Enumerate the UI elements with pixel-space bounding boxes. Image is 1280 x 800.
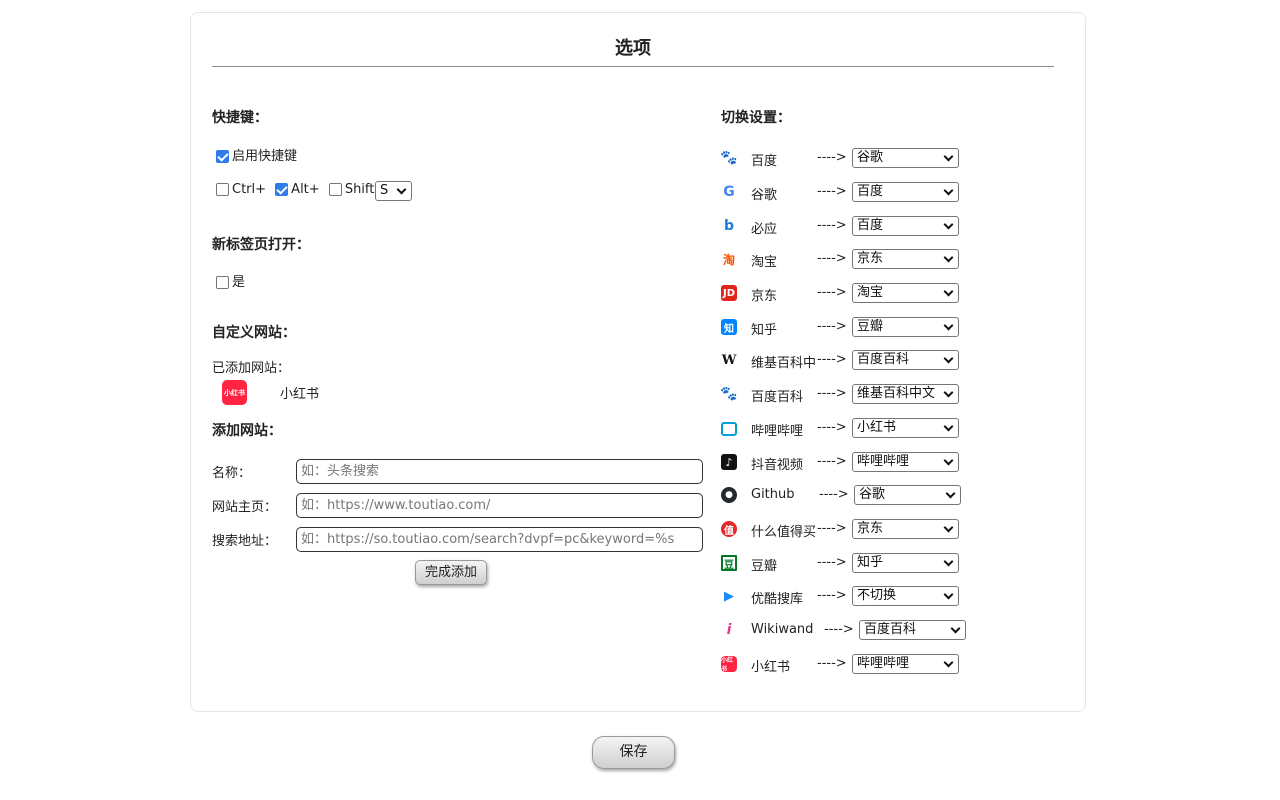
site-name-label: 名称： xyxy=(212,466,252,481)
switch-arrow: ----> xyxy=(817,352,847,367)
new-tab-heading: 新标签页打开： xyxy=(212,237,310,253)
switch-source-bing: 必应 xyxy=(751,222,778,237)
switch-arrow: ----> xyxy=(817,150,847,165)
switch-source-jd: 京东 xyxy=(751,289,778,304)
xiaohongshu-icon: 小红书 xyxy=(222,380,247,405)
switch-source-xiaohongshu: 小红书 xyxy=(751,660,791,675)
github-icon: ● xyxy=(721,487,737,503)
finish-add-button[interactable]: 完成添加 xyxy=(415,560,487,585)
switch-source-douban: 豆瓣 xyxy=(751,559,778,574)
alt-label: Alt+ xyxy=(291,182,320,197)
switch-arrow: ----> xyxy=(817,656,847,671)
new-tab-row: 是 xyxy=(216,271,245,290)
enable-shortcut-checkbox[interactable] xyxy=(216,150,229,163)
save-button[interactable]: 保存 xyxy=(592,736,675,769)
baidu-baike-icon: 🐾 xyxy=(720,386,738,402)
page-title: 选项 xyxy=(615,38,651,59)
switch-arrow: ----> xyxy=(817,319,847,334)
site-home-label: 网站主页： xyxy=(212,500,278,515)
switch-target-select-bing[interactable]: 百度 xyxy=(852,216,959,236)
switch-arrow: ----> xyxy=(817,454,847,469)
switch-target-select-bilibili[interactable]: 小红书 xyxy=(852,418,959,438)
switch-target-select-jd[interactable]: 淘宝 xyxy=(852,283,959,303)
added-sites-label: 已添加网站： xyxy=(212,361,291,376)
zhihu-icon: 知 xyxy=(721,319,737,335)
added-site-name: 小红书 xyxy=(280,387,320,402)
switch-target-select-taobao[interactable]: 京东 xyxy=(852,249,959,269)
switch-target-select-zhihu[interactable]: 豆瓣 xyxy=(852,317,959,337)
switch-target-select-baidu[interactable]: 谷歌 xyxy=(852,148,959,168)
shift-checkbox[interactable] xyxy=(328,183,342,196)
switch-source-smzdm: 什么值得买 xyxy=(751,525,817,540)
switch-target-select-douban[interactable]: 知乎 xyxy=(852,553,959,573)
switch-source-bilibili: 哔哩哔哩 xyxy=(751,424,804,439)
wikiwand-icon: i xyxy=(726,622,732,638)
enable-shortcut-label: 启用快捷键 xyxy=(232,149,298,164)
shortcut-modifiers-row: Ctrl+ Alt+ Shift+ xyxy=(216,182,385,197)
shortcut-heading: 快捷键： xyxy=(212,110,268,126)
new-tab-yes-label: 是 xyxy=(232,275,246,290)
switch-target-select-xiaohongshu[interactable]: 哔哩哔哩 xyxy=(852,654,959,674)
ctrl-label: Ctrl+ xyxy=(232,182,267,197)
new-tab-checkbox[interactable] xyxy=(216,276,229,289)
douban-icon: 豆 xyxy=(721,555,737,571)
switch-source-wikipedia: 维基百科中 xyxy=(751,356,817,371)
switch-source-google: 谷歌 xyxy=(751,188,778,203)
douyin-icon: ♪ xyxy=(721,454,737,470)
switch-settings-heading: 切换设置： xyxy=(721,110,791,126)
switch-target-select-wikipedia[interactable]: 百度百科 xyxy=(852,350,959,370)
site-home-input[interactable]: 如：https://www.toutiao.com/ xyxy=(296,493,703,518)
switch-arrow: ----> xyxy=(817,251,847,266)
switch-source-baidu: 百度 xyxy=(751,154,778,169)
switch-target-select-wikiwand[interactable]: 百度百科 xyxy=(859,620,966,640)
bilibili-icon xyxy=(721,422,737,436)
switch-source-wikiwand: Wikiwand xyxy=(751,622,814,637)
switch-source-youku: 优酷搜库 xyxy=(751,592,804,607)
switch-target-select-youku[interactable]: 不切换 xyxy=(852,586,959,606)
switch-arrow: ----> xyxy=(817,420,847,435)
switch-target-select-douyin[interactable]: 哔哩哔哩 xyxy=(852,452,959,472)
switch-arrow: ----> xyxy=(824,622,854,637)
add-site-heading: 添加网站： xyxy=(212,423,282,439)
switch-target-select-smzdm[interactable]: 京东 xyxy=(852,519,959,539)
taobao-icon: 淘 xyxy=(722,252,735,267)
site-search-label: 搜索地址： xyxy=(212,534,278,549)
switch-arrow: ----> xyxy=(819,487,849,502)
alt-checkbox[interactable] xyxy=(275,183,289,196)
switch-arrow: ----> xyxy=(817,521,847,536)
switch-arrow: ----> xyxy=(817,285,847,300)
custom-sites-heading: 自定义网站： xyxy=(212,325,296,341)
bing-icon: b xyxy=(723,218,735,234)
switch-source-github: Github xyxy=(751,487,795,502)
google-icon: G xyxy=(723,184,735,200)
switch-source-taobao: 淘宝 xyxy=(751,255,778,270)
switch-source-zhihu: 知乎 xyxy=(751,323,778,338)
switch-arrow: ----> xyxy=(817,386,847,401)
youku-icon: ▶ xyxy=(724,588,734,604)
switch-arrow: ----> xyxy=(817,218,847,233)
site-name-input[interactable]: 如：头条搜索 xyxy=(296,459,703,484)
ctrl-checkbox[interactable] xyxy=(216,183,229,196)
wikipedia-icon: W xyxy=(721,352,737,368)
switch-arrow: ----> xyxy=(817,555,847,570)
switch-target-select-google[interactable]: 百度 xyxy=(852,182,959,202)
switch-target-select-baidu-baike[interactable]: 维基百科中文 xyxy=(852,384,959,404)
title-divider xyxy=(212,66,1054,67)
shortcut-key-select[interactable]: S xyxy=(375,181,412,201)
switch-target-select-github[interactable]: 谷歌 xyxy=(854,485,961,505)
smzdm-icon: 值 xyxy=(721,521,737,537)
site-search-input[interactable]: 如：https://so.toutiao.com/search?dvpf=pc&… xyxy=(296,527,703,552)
enable-shortcut-row: 启用快捷键 xyxy=(216,145,297,164)
switch-arrow: ----> xyxy=(817,588,847,603)
switch-arrow: ----> xyxy=(817,184,847,199)
baidu-icon: 🐾 xyxy=(720,150,738,166)
xiaohongshu-row-icon: 小红书 xyxy=(721,656,737,673)
switch-source-douyin: 抖音视频 xyxy=(751,458,804,473)
switch-source-baidu-baike: 百度百科 xyxy=(751,390,804,405)
jd-icon: JD xyxy=(721,285,737,301)
